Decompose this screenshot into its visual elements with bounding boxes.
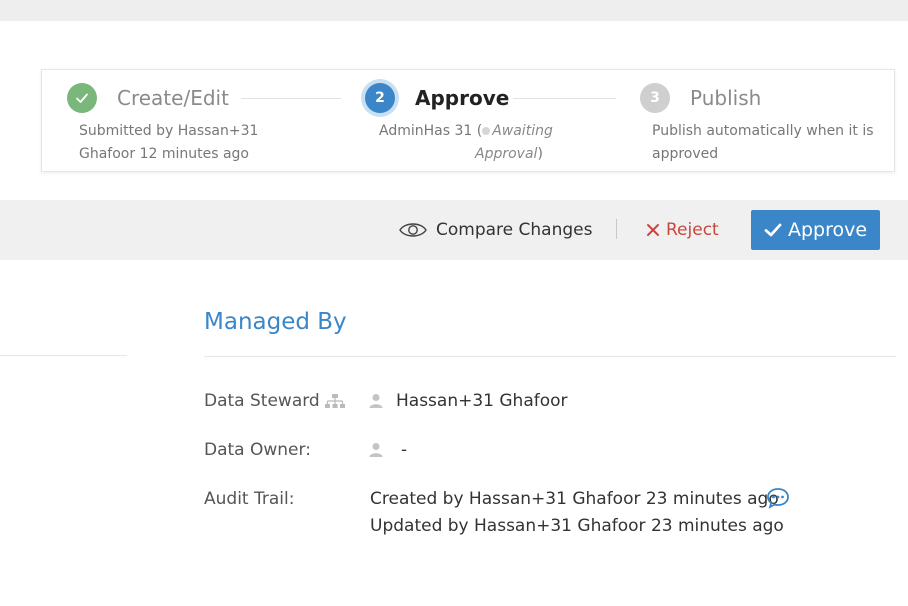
step-3-number: 3 <box>650 90 660 106</box>
step-2-number: 2 <box>375 90 385 106</box>
x-icon <box>646 223 660 237</box>
step-1-desc-line2: Ghafoor 12 minutes ago <box>79 146 249 162</box>
managed-by-heading: Managed By <box>204 309 347 335</box>
eye-icon <box>398 220 428 240</box>
action-divider <box>616 219 617 239</box>
top-bar <box>0 0 908 21</box>
status-dot-icon <box>482 126 491 135</box>
audit-updated-text: Updated by Hassan+31 Ghafoor 23 minutes … <box>370 516 784 536</box>
comment-icon[interactable] <box>766 487 790 513</box>
step-connector <box>513 98 616 99</box>
step-2-status-cont: Approval <box>475 146 538 162</box>
approve-button[interactable]: Approve <box>751 210 880 250</box>
data-steward-label: Data Steward <box>204 391 320 411</box>
step-1-description: Submitted by Hassan+31 Ghafoor 12 minute… <box>79 120 258 166</box>
step-1-desc-line1: Submitted by Hassan+31 <box>79 123 259 139</box>
step-2-title: Approve <box>415 86 510 110</box>
step-3-title: Publish <box>690 86 762 110</box>
approval-workflow-steps: Create/Edit Submitted by Hassan+31 Ghafo… <box>41 69 895 172</box>
step-2-desc-suffix: ) <box>537 146 543 162</box>
data-steward-value[interactable]: Hassan+31 Ghafoor <box>396 391 568 411</box>
step-2-approver: AdminHas 31 ( <box>379 123 483 139</box>
user-icon <box>369 442 383 461</box>
audit-trail-label: Audit Trail: <box>204 489 295 509</box>
audit-created-text: Created by Hassan+31 Ghafoor 23 minutes … <box>370 489 779 509</box>
step-3-desc-line2: approved <box>652 146 719 162</box>
step-3-description: Publish automatically when it is approve… <box>652 120 874 166</box>
step-2-description: AdminHas 31 ( Awaiting Approval) <box>379 120 579 166</box>
approve-label: Approve <box>787 219 868 241</box>
step-1-title: Create/Edit <box>117 86 229 110</box>
step-1-complete-check-icon <box>67 83 97 113</box>
left-panel-divider <box>0 355 127 356</box>
data-owner-label: Data Owner: <box>204 440 311 460</box>
user-icon <box>369 393 383 412</box>
section-divider <box>204 356 896 357</box>
step-2-status: Awaiting <box>492 123 553 139</box>
compare-changes-label: Compare Changes <box>436 220 593 240</box>
step-connector <box>241 98 341 99</box>
reject-label: Reject <box>666 220 719 240</box>
compare-changes-button[interactable]: Compare Changes <box>398 215 592 245</box>
check-icon <box>764 222 782 238</box>
action-bar: Compare Changes Reject Approve <box>0 200 908 260</box>
reject-button[interactable]: Reject <box>646 215 719 245</box>
step-2-indicator: 2 <box>365 83 395 113</box>
hierarchy-icon[interactable] <box>324 393 346 413</box>
step-3-indicator: 3 <box>640 83 670 113</box>
step-3-desc-line1: Publish automatically when it is <box>652 123 874 139</box>
data-owner-value: - <box>401 440 408 460</box>
